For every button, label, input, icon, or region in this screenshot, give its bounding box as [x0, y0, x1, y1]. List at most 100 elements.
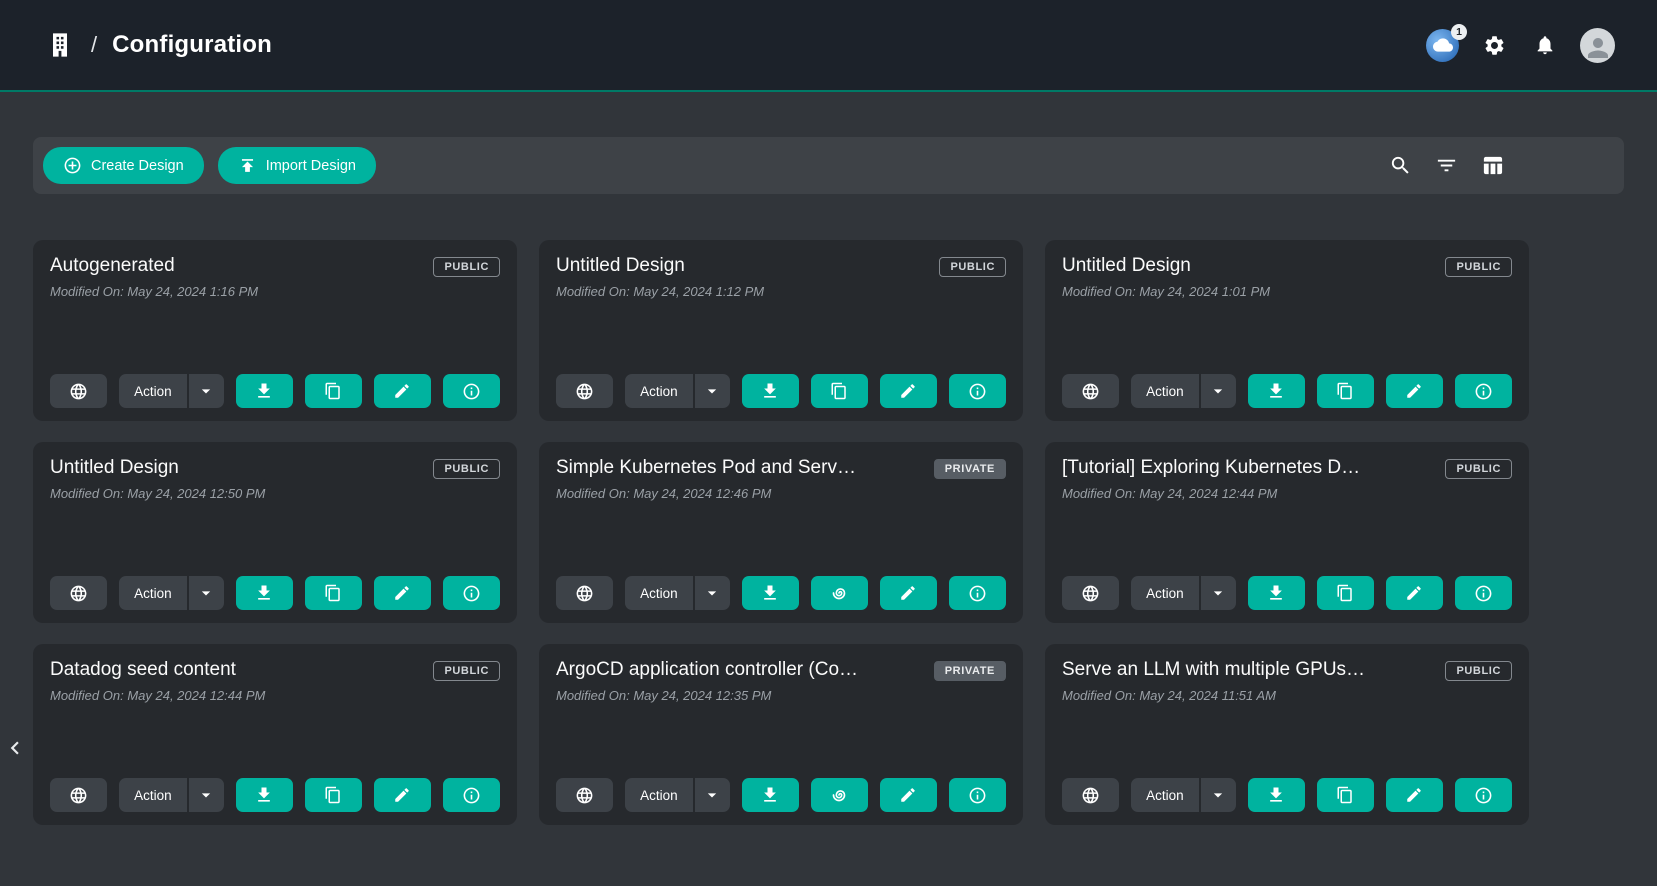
visibility-badge: PUBLIC	[433, 661, 500, 681]
clone-button[interactable]	[1317, 576, 1374, 610]
info-button[interactable]	[1455, 374, 1512, 408]
create-design-button[interactable]: Create Design	[43, 147, 204, 184]
download-button[interactable]	[1248, 374, 1305, 408]
dry-run-button[interactable]	[811, 576, 868, 610]
search-button[interactable]	[1385, 150, 1416, 181]
info-icon	[968, 584, 987, 603]
edit-button[interactable]	[880, 576, 937, 610]
info-button[interactable]	[443, 576, 500, 610]
info-button[interactable]	[1455, 778, 1512, 812]
download-button[interactable]	[236, 374, 293, 408]
import-design-button[interactable]: Import Design	[218, 147, 376, 184]
design-card: Autogenerated PUBLIC Modified On: May 24…	[33, 240, 517, 421]
designs-toolbar: Create Design Import Design	[33, 137, 1624, 194]
action-dropdown-button[interactable]	[695, 778, 730, 812]
filter-button[interactable]	[1431, 150, 1462, 181]
info-icon	[462, 584, 481, 603]
visibility-badge: PUBLIC	[433, 459, 500, 479]
edit-button[interactable]	[880, 778, 937, 812]
visibility-globe-button[interactable]	[556, 374, 613, 408]
design-card: ArgoCD application controller (Co… PRIVA…	[539, 644, 1023, 825]
modified-date: Modified On: May 24, 2024 11:51 AM	[1062, 688, 1512, 703]
globe-icon	[1081, 584, 1100, 603]
visibility-globe-button[interactable]	[1062, 778, 1119, 812]
visibility-globe-button[interactable]	[1062, 374, 1119, 408]
design-title: Serve an LLM with multiple GPUs…	[1062, 659, 1379, 681]
edit-button[interactable]	[374, 576, 431, 610]
download-button[interactable]	[742, 374, 799, 408]
design-title: Autogenerated	[50, 255, 189, 277]
action-dropdown-button[interactable]	[189, 374, 224, 408]
clone-button[interactable]	[305, 576, 362, 610]
edit-button[interactable]	[1386, 576, 1443, 610]
visibility-globe-button[interactable]	[50, 576, 107, 610]
download-button[interactable]	[1248, 576, 1305, 610]
clone-button[interactable]	[1317, 374, 1374, 408]
table-view-button[interactable]	[1477, 150, 1508, 181]
download-button[interactable]	[742, 778, 799, 812]
action-button[interactable]: Action	[625, 778, 695, 812]
info-icon	[1474, 382, 1493, 401]
design-title: Untitled Design	[50, 457, 193, 479]
caret-down-icon	[1208, 381, 1228, 401]
action-button[interactable]: Action	[1131, 778, 1201, 812]
action-dropdown-button[interactable]	[189, 576, 224, 610]
action-button[interactable]: Action	[625, 576, 695, 610]
action-dropdown-button[interactable]	[695, 374, 730, 408]
settings-button[interactable]	[1479, 30, 1510, 61]
action-dropdown-button[interactable]	[1201, 374, 1236, 408]
spiral-icon	[829, 785, 849, 805]
clone-button[interactable]	[305, 374, 362, 408]
info-button[interactable]	[949, 374, 1006, 408]
action-dropdown-button[interactable]	[1201, 576, 1236, 610]
edit-button[interactable]	[1386, 374, 1443, 408]
visibility-globe-button[interactable]	[50, 374, 107, 408]
action-split-button: Action	[625, 778, 730, 812]
visibility-globe-button[interactable]	[556, 778, 613, 812]
action-button[interactable]: Action	[1131, 374, 1201, 408]
download-button[interactable]	[742, 576, 799, 610]
info-button[interactable]	[443, 778, 500, 812]
clone-button[interactable]	[811, 374, 868, 408]
download-button[interactable]	[236, 576, 293, 610]
action-button[interactable]: Action	[119, 576, 189, 610]
clone-button[interactable]	[1317, 778, 1374, 812]
visibility-globe-button[interactable]	[50, 778, 107, 812]
caret-down-icon	[702, 381, 722, 401]
search-icon	[1389, 154, 1412, 177]
action-button[interactable]: Action	[1131, 576, 1201, 610]
provider-button[interactable]: 1	[1426, 29, 1459, 62]
design-title: Untitled Design	[1062, 255, 1205, 277]
edit-button[interactable]	[374, 778, 431, 812]
visibility-badge: PRIVATE	[934, 661, 1006, 681]
user-avatar[interactable]	[1580, 28, 1615, 63]
modified-date: Modified On: May 24, 2024 12:50 PM	[50, 486, 500, 501]
edit-button[interactable]	[374, 374, 431, 408]
drawer-collapse-button[interactable]	[0, 733, 30, 763]
info-button[interactable]	[949, 576, 1006, 610]
edit-button[interactable]	[1386, 778, 1443, 812]
card-actions: Action	[556, 374, 1006, 408]
download-button[interactable]	[236, 778, 293, 812]
action-button[interactable]: Action	[625, 374, 695, 408]
action-dropdown-button[interactable]	[189, 778, 224, 812]
info-button[interactable]	[1455, 576, 1512, 610]
edit-button[interactable]	[880, 374, 937, 408]
globe-icon	[69, 786, 88, 805]
info-button[interactable]	[443, 374, 500, 408]
visibility-badge: PUBLIC	[939, 257, 1006, 277]
action-dropdown-button[interactable]	[1201, 778, 1236, 812]
info-icon	[1474, 584, 1493, 603]
card-header: Untitled Design PUBLIC	[1062, 255, 1512, 277]
dry-run-button[interactable]	[811, 778, 868, 812]
action-button[interactable]: Action	[119, 778, 189, 812]
visibility-globe-button[interactable]	[556, 576, 613, 610]
info-button[interactable]	[949, 778, 1006, 812]
action-button[interactable]: Action	[119, 374, 189, 408]
provider-cloud-icon	[1433, 35, 1453, 55]
action-dropdown-button[interactable]	[695, 576, 730, 610]
download-button[interactable]	[1248, 778, 1305, 812]
notifications-button[interactable]	[1530, 30, 1560, 60]
visibility-globe-button[interactable]	[1062, 576, 1119, 610]
clone-button[interactable]	[305, 778, 362, 812]
